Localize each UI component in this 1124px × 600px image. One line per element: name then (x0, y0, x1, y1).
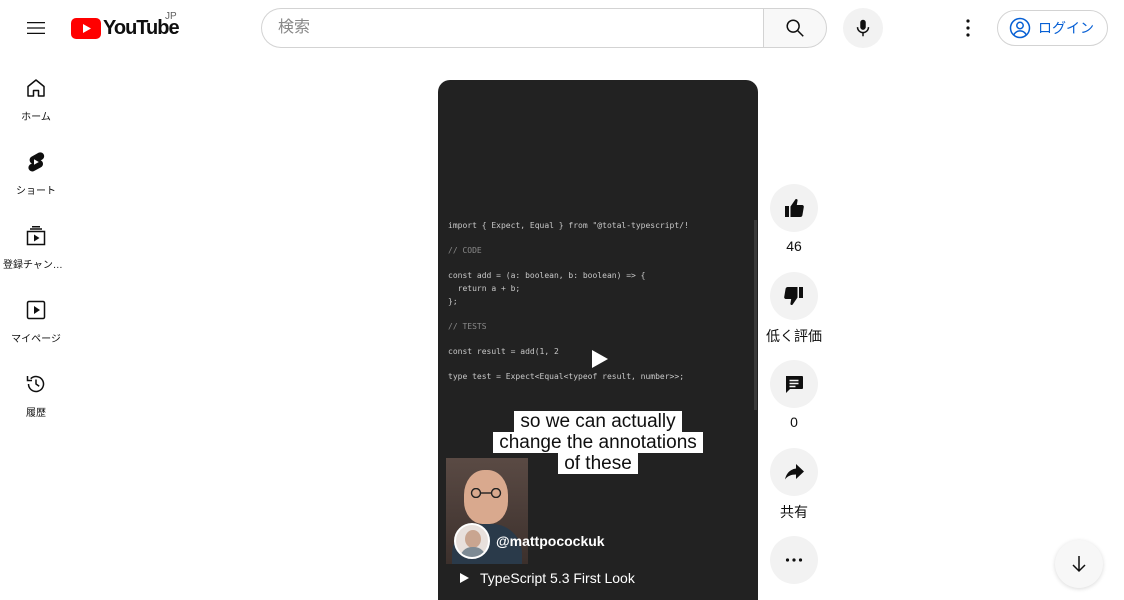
video-title-link[interactable]: TypeScript 5.3 First Look (458, 570, 635, 586)
code-line: // CODE (448, 246, 482, 256)
share-button[interactable] (770, 448, 818, 496)
code-line: return a + b; (448, 283, 521, 293)
shorts-icon (24, 150, 48, 174)
horizontal-dots-icon (785, 558, 803, 562)
dislike-action: 低く評価 (766, 272, 822, 346)
masthead: YouTube JP ログイン (0, 0, 1124, 56)
channel-avatar[interactable] (454, 523, 490, 559)
settings-more-button[interactable] (948, 8, 988, 48)
video-title: TypeScript 5.3 First Look (480, 570, 635, 586)
search-icon (786, 19, 804, 37)
vertical-dots-icon (966, 19, 970, 37)
channel-handle[interactable]: @mattpocockuk (496, 533, 605, 549)
sidebar-item-label: マイページ (11, 334, 61, 345)
share-arrow-icon (785, 464, 804, 480)
like-action: 46 (770, 184, 818, 254)
comment-action: 0 (770, 360, 818, 430)
thumbs-up-icon (785, 198, 804, 217)
play-small-icon (460, 573, 469, 583)
search-input[interactable] (262, 9, 764, 47)
region-code: JP (165, 11, 177, 22)
code-line: }; (448, 296, 458, 306)
comments-button[interactable] (770, 360, 818, 408)
code-line: const result = add(1, 2 (448, 346, 559, 356)
sidebar-item-history[interactable]: 履歴 (0, 352, 72, 426)
sidebar-item-label: ショート (16, 186, 56, 197)
sidebar-item-library[interactable]: マイページ (0, 278, 72, 352)
youtube-logo[interactable]: YouTube (71, 13, 180, 43)
comment-icon (786, 376, 803, 393)
sidebar-item-home[interactable]: ホーム (0, 56, 72, 130)
caption-line: change the annotations (493, 432, 703, 453)
next-video-button[interactable] (1055, 540, 1103, 588)
editor-scrollbar (754, 220, 757, 410)
voice-search-button[interactable] (843, 8, 883, 48)
shorts-player[interactable]: import { Expect, Equal } from "@total-ty… (438, 80, 758, 600)
code-editor-frame: import { Expect, Equal } from "@total-ty… (448, 220, 689, 384)
like-button[interactable] (770, 184, 818, 232)
sidebar-item-subscriptions[interactable]: 登録チャンネル (0, 204, 72, 278)
dislike-button[interactable] (770, 272, 818, 320)
sidebar-item-label: ホーム (21, 112, 51, 123)
code-line: type test = Expect<Equal<typeof result, … (448, 372, 685, 382)
comment-count: 0 (790, 414, 798, 430)
more-actions-button[interactable] (770, 536, 818, 584)
caption-line: of these (558, 453, 638, 474)
dislike-label: 低く評価 (766, 328, 822, 344)
arrow-down-icon (1072, 556, 1086, 573)
play-icon[interactable] (588, 348, 610, 370)
sidebar-item-label: 履歴 (26, 408, 46, 419)
hamburger-icon (27, 22, 45, 34)
microphone-icon (856, 19, 870, 37)
channel-info[interactable]: @mattpocockuk (454, 523, 605, 559)
sidebar-item-label: 登録チャンネル (3, 260, 69, 271)
more-action (770, 536, 818, 584)
share-label: 共有 (780, 504, 808, 520)
share-action: 共有 (770, 448, 818, 522)
home-icon (24, 76, 48, 100)
login-label: ログイン (1038, 20, 1094, 36)
code-line: import { Expect, Equal } from "@total-ty… (448, 221, 689, 230)
search-box (261, 8, 764, 48)
thumbs-down-icon (784, 287, 803, 306)
code-line: const add = (a: boolean, b: boolean) => … (448, 271, 646, 281)
search-button[interactable] (763, 8, 827, 48)
account-circle-icon (1009, 17, 1031, 39)
subscriptions-icon (24, 224, 48, 248)
history-icon (24, 372, 48, 396)
code-line: // TESTS (448, 321, 487, 331)
login-button[interactable]: ログイン (997, 10, 1108, 46)
library-icon (24, 298, 48, 322)
caption-line: so we can actually (514, 411, 682, 432)
like-count: 46 (786, 238, 802, 254)
sidebar-item-shorts[interactable]: ショート (0, 130, 72, 204)
guide-menu-button[interactable] (16, 8, 56, 48)
youtube-play-logo-icon (71, 17, 101, 39)
